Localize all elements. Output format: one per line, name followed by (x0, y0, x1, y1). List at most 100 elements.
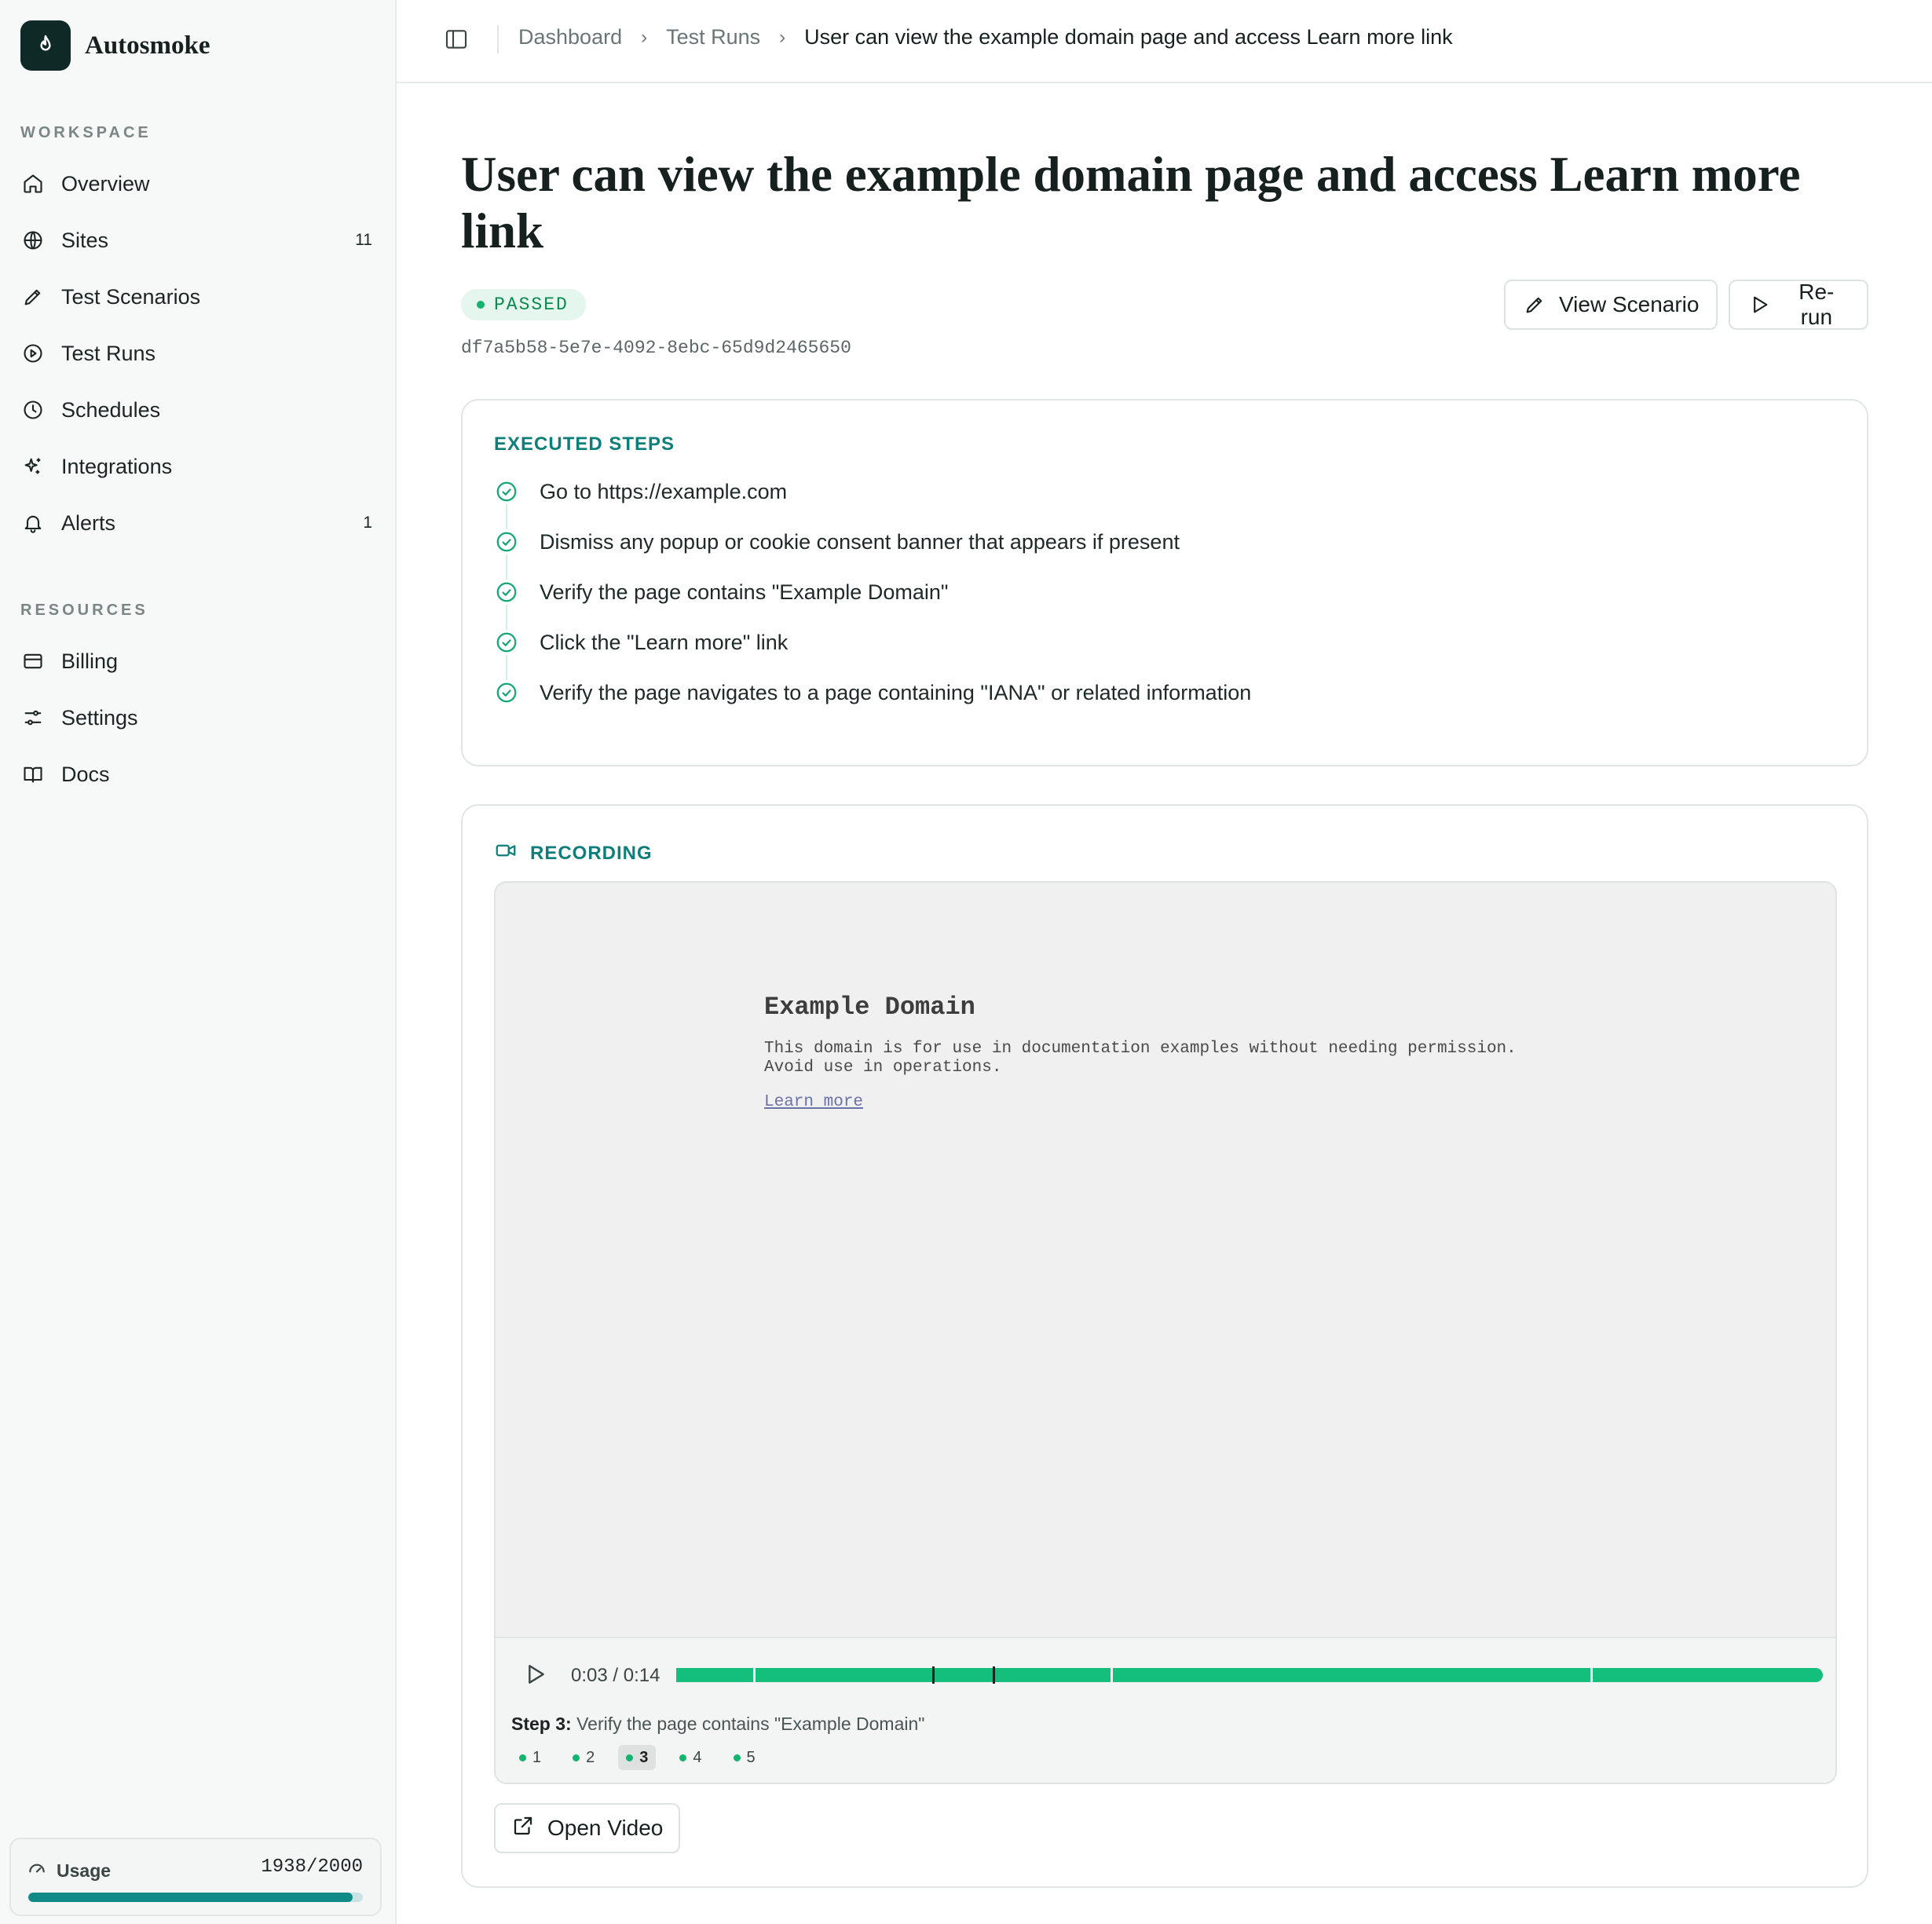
timeline-segment[interactable] (934, 1668, 1111, 1682)
run-id: df7a5b58-5e7e-4092-8ebc-65d9d2465650 (461, 338, 851, 358)
video-frame[interactable]: Example Domain This domain is for use in… (496, 883, 1835, 1637)
sidebar-item-settings[interactable]: Settings (20, 696, 375, 740)
step-text: Dismiss any popup or cookie consent bann… (540, 529, 1180, 554)
timeline-segment[interactable] (1113, 1668, 1590, 1682)
playhead[interactable] (992, 1666, 995, 1684)
sidebar-item-label: Schedules (61, 397, 161, 422)
breadcrumb: Dashboard › Test Runs › User can view th… (518, 25, 1453, 49)
brand[interactable]: Autosmoke (20, 20, 210, 71)
sidebar-item-integrations[interactable]: Integrations (20, 444, 375, 488)
chevron-right-icon: › (779, 26, 786, 48)
status-badge: PASSED (461, 289, 586, 320)
video-camera-icon (494, 839, 518, 868)
list-item: Verify the page navigates to a page cont… (494, 680, 1251, 705)
executed-steps-card: EXECUTED STEPS Go to https://example.com… (461, 399, 1868, 766)
player-controls: 0:03 / 0:14 Step 3: Verify the page cont… (496, 1637, 1835, 1783)
app-name: Autosmoke (85, 31, 210, 60)
usage-value: 1938/2000 (261, 1856, 363, 1878)
step-marker (932, 1666, 935, 1684)
sidebar-item-label: Overview (61, 171, 150, 196)
sparkle-icon (20, 454, 46, 479)
sidebar-item-label: Alerts (61, 510, 116, 535)
sidebar-item-label: Test Runs (61, 341, 156, 365)
check-circle-icon (494, 630, 519, 655)
sidebar-item-label: Sites (61, 228, 109, 252)
preview-title: Example Domain (764, 993, 975, 1022)
timeline-segment[interactable] (676, 1668, 753, 1682)
external-link-icon (511, 1814, 535, 1843)
playback-timeline[interactable] (676, 1666, 1823, 1684)
sidebar-item-label: Integrations (61, 454, 173, 478)
recording-card: RECORDING Example Domain This domain is … (461, 804, 1868, 1888)
step-chip-3[interactable]: 3 (618, 1745, 657, 1770)
play-icon (1747, 293, 1771, 316)
dot-icon (573, 1754, 580, 1761)
list-item: Click the "Learn more" link (494, 630, 788, 655)
list-item: Dismiss any popup or cookie consent bann… (494, 529, 1180, 554)
sidebar-item-docs[interactable]: Docs (20, 752, 375, 796)
step-chips: 1 2 3 4 5 (511, 1745, 763, 1770)
preview-line: This domain is for use in documentation … (764, 1040, 1517, 1058)
preview-line: Avoid use in operations. (764, 1059, 1002, 1077)
breadcrumb-test-runs[interactable]: Test Runs (666, 25, 760, 49)
sidebar-toggle-icon[interactable] (444, 27, 469, 52)
step-caption-text: Verify the page contains "Example Domain… (571, 1714, 925, 1734)
list-item: Verify the page contains "Example Domain… (494, 580, 948, 605)
usage-label: Usage (57, 1860, 112, 1881)
list-item: Go to https://example.com (494, 479, 787, 504)
chip-label: 1 (532, 1748, 542, 1766)
usage-progress-track (28, 1893, 363, 1902)
status-label: PASSED (494, 294, 569, 315)
timeline-segment[interactable] (1592, 1668, 1823, 1682)
open-video-button[interactable]: Open Video (494, 1803, 681, 1853)
sidebar-item-label: Docs (61, 762, 110, 786)
dot-icon (519, 1754, 526, 1761)
sidebar-item-sites[interactable]: Sites 11 (20, 218, 375, 262)
view-scenario-label: View Scenario (1559, 292, 1700, 316)
recording-heading: RECORDING (494, 839, 653, 868)
preview-body: This domain is for use in documentation … (764, 1040, 1517, 1077)
pencil-icon (20, 284, 46, 309)
timeline-segment[interactable] (755, 1668, 932, 1682)
usage-progress-fill (28, 1893, 353, 1902)
rerun-button[interactable]: Re-run (1729, 280, 1868, 330)
page-title: User can view the example domain page an… (461, 147, 1801, 258)
play-circle-icon (20, 341, 46, 366)
chip-label: 2 (586, 1748, 595, 1766)
step-text: Click the "Learn more" link (540, 630, 789, 654)
check-circle-icon (494, 529, 519, 554)
play-icon[interactable] (522, 1662, 547, 1687)
step-text: Verify the page navigates to a page cont… (540, 680, 1252, 704)
open-video-label: Open Video (547, 1816, 664, 1840)
step-chip-1[interactable]: 1 (511, 1745, 549, 1770)
playback-time: 0:03 / 0:14 (571, 1665, 660, 1686)
home-icon (20, 171, 46, 196)
step-caption-prefix: Step 3: (511, 1714, 572, 1734)
executed-steps-heading: EXECUTED STEPS (494, 433, 675, 455)
chevron-right-icon: › (641, 26, 648, 48)
step-chip-5[interactable]: 5 (726, 1745, 763, 1770)
flame-logo-icon (20, 20, 71, 71)
usage-meter: Usage 1938/2000 (9, 1838, 382, 1916)
sidebar-item-billing[interactable]: Billing (20, 639, 375, 683)
view-scenario-button[interactable]: View Scenario (1504, 280, 1718, 330)
sidebar-item-alerts[interactable]: Alerts 1 (20, 501, 375, 545)
check-circle-icon (494, 479, 519, 504)
sidebar-item-schedules[interactable]: Schedules (20, 388, 375, 432)
sidebar-item-test-runs[interactable]: Test Runs (20, 331, 375, 375)
sites-count-badge: 11 (355, 231, 372, 249)
chip-label: 3 (639, 1748, 649, 1766)
sidebar-item-overview[interactable]: Overview (20, 162, 375, 206)
sidebar-item-test-scenarios[interactable]: Test Scenarios (20, 275, 375, 319)
divider (497, 25, 499, 53)
top-bar: Dashboard › Test Runs › User can view th… (397, 0, 1932, 83)
video-player[interactable]: Example Domain This domain is for use in… (494, 881, 1837, 1784)
resources-section-label: RESOURCES (20, 602, 148, 619)
clock-icon (20, 397, 46, 422)
step-chip-2[interactable]: 2 (565, 1745, 602, 1770)
chip-label: 4 (693, 1748, 702, 1766)
status-dot-icon (477, 301, 485, 309)
breadcrumb-dashboard[interactable]: Dashboard (518, 25, 622, 49)
globe-icon (20, 228, 46, 253)
step-chip-4[interactable]: 4 (671, 1745, 709, 1770)
